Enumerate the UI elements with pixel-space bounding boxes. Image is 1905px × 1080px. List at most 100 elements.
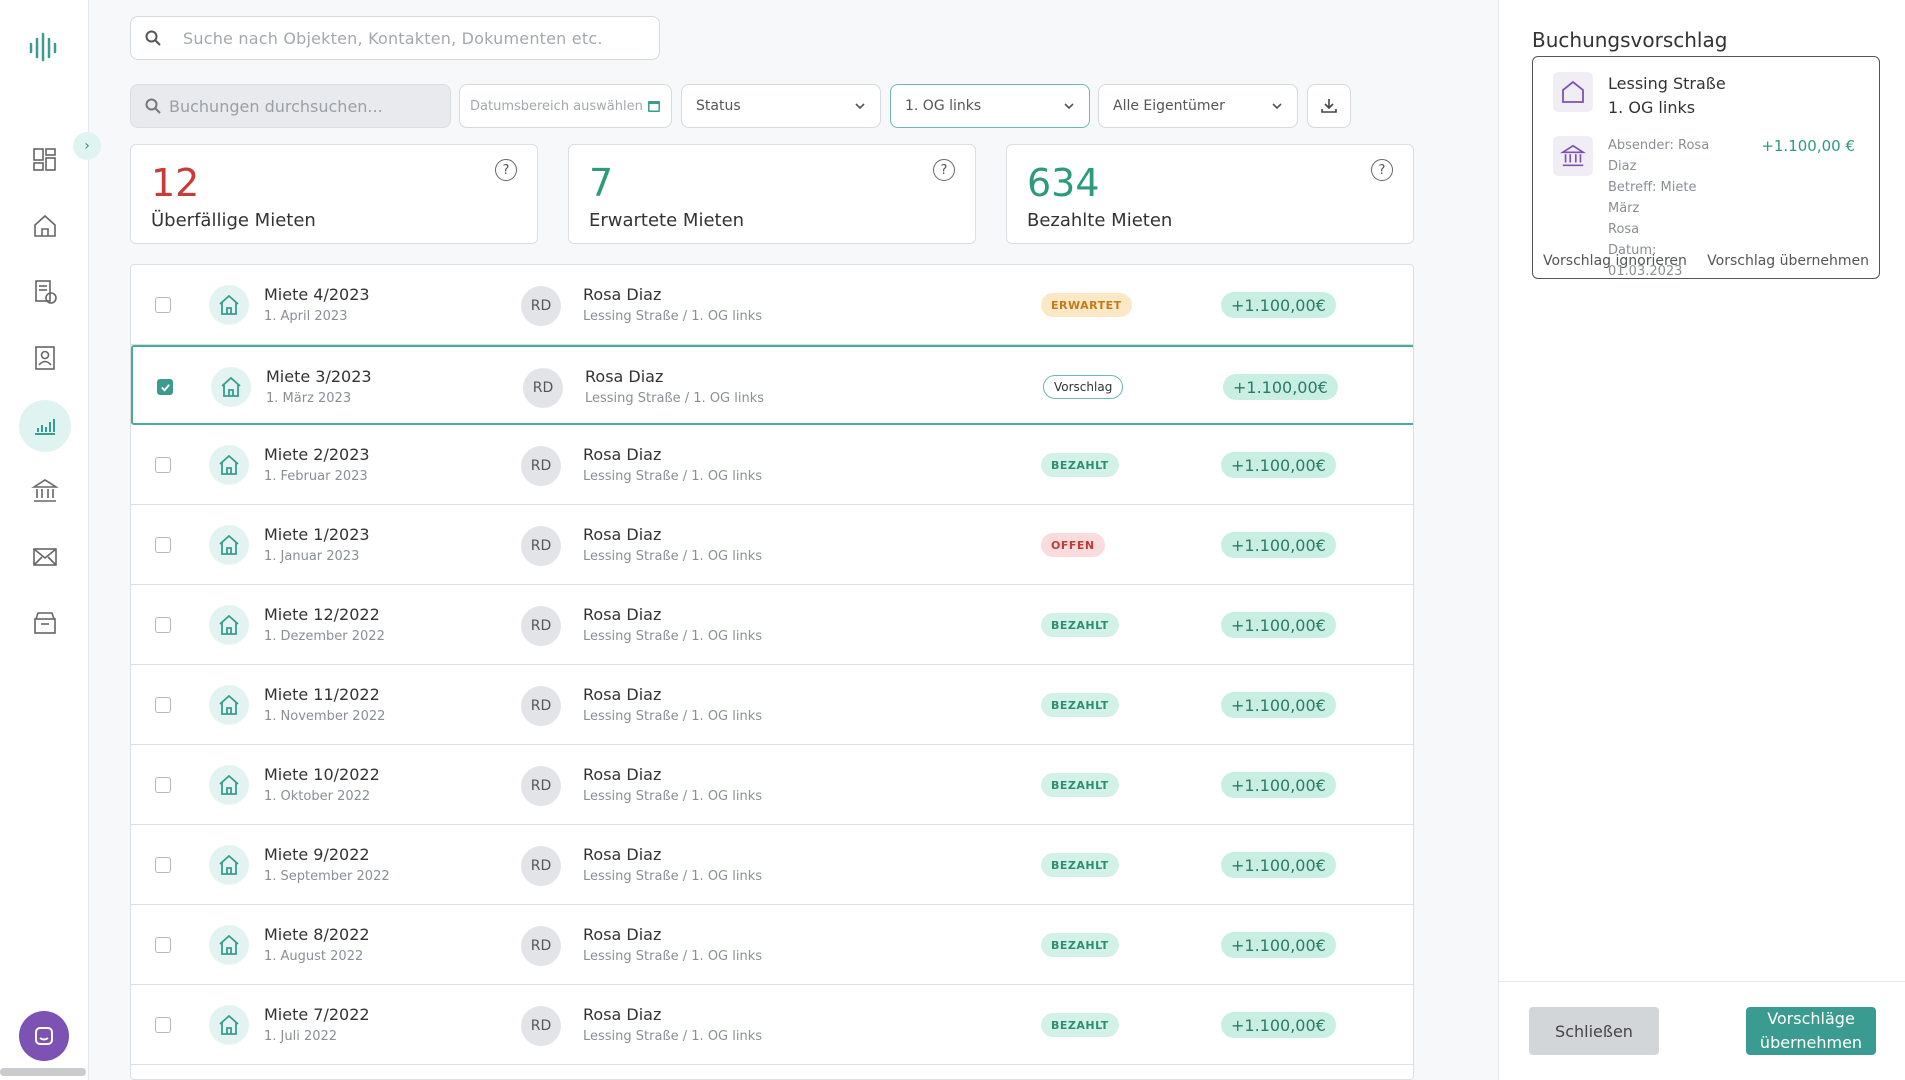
dashboard-icon[interactable] <box>22 137 68 183</box>
help-icon[interactable]: ? <box>495 159 517 181</box>
proposal-detail-line: Rosa <box>1608 222 1640 237</box>
row-location: Lessing Straße / 1. OG links <box>583 789 763 804</box>
status-badge: BEZAHLT <box>1041 853 1119 877</box>
proposal-amount: +1.100,00 € <box>1761 137 1855 155</box>
table-row[interactable]: Miete 1/2023 1. Januar 2023 RD Rosa Diaz Les… <box>131 505 1413 585</box>
house-icon <box>209 445 249 485</box>
row-location: Lessing Straße / 1. OG links <box>583 869 763 884</box>
amount-badge: +1.100,00€ <box>1221 692 1336 718</box>
house-icon <box>209 925 249 965</box>
amount-badge: +1.100,00€ <box>1221 932 1336 958</box>
amount-badge: +1.100,00€ <box>1221 292 1336 318</box>
table-row[interactable]: Miete 2/2023 1. Februar 2023 RD Rosa Diaz Le… <box>131 425 1413 505</box>
help-icon[interactable]: ? <box>1371 159 1393 181</box>
date-range-placeholder: Datumsbereich auswählen <box>470 98 643 114</box>
row-location: Lessing Straße / 1. OG links <box>583 709 763 724</box>
tenant-name: Rosa Diaz <box>583 925 662 944</box>
row-checkbox[interactable] <box>155 297 171 313</box>
table-row[interactable]: Miete 11/2022 1. November 2022 RD Rosa Diaz… <box>131 665 1413 745</box>
expected-rent-card[interactable]: 7 Erwartete Mieten ? <box>568 144 976 244</box>
mail-icon[interactable] <box>22 534 68 580</box>
close-button[interactable]: Schließen <box>1529 1007 1659 1055</box>
status-select[interactable]: Status <box>681 84 881 128</box>
tenant-name: Rosa Diaz <box>583 685 662 704</box>
row-checkbox[interactable] <box>155 457 171 473</box>
amount-badge: +1.100,00€ <box>1221 532 1336 558</box>
bookings-table: Miete 4/2023 1. April 2023 RD Rosa Diaz Less… <box>130 264 1414 1080</box>
status-badge: BEZAHLT <box>1041 1013 1119 1037</box>
row-checkbox[interactable] <box>155 537 171 553</box>
row-date: 1. August 2022 <box>264 949 364 964</box>
row-checkbox[interactable] <box>155 857 171 873</box>
status-select-value: Status <box>696 98 741 114</box>
avatar: RD <box>521 526 561 566</box>
global-search-input[interactable]: Suche nach Objekten, Kontakten, Dokument… <box>130 16 660 60</box>
row-checkbox[interactable] <box>155 937 171 953</box>
overdue-rent-label: Überfällige Mieten <box>151 210 316 231</box>
table-row[interactable]: Miete 12/2022 1. Dezember 2022 RD Rosa Diaz… <box>131 585 1413 665</box>
proposal-detail-line: Diaz <box>1608 159 1637 174</box>
row-checkbox[interactable] <box>155 617 171 633</box>
row-location: Lessing Straße / 1. OG links <box>585 391 765 406</box>
search-icon <box>145 30 161 46</box>
chart-icon[interactable] <box>19 400 71 452</box>
row-checkbox[interactable] <box>155 697 171 713</box>
overdue-rent-card[interactable]: 12 Überfällige Mieten ? <box>130 144 538 244</box>
avatar: RD <box>523 368 563 408</box>
booking-search-input[interactable]: Buchungen durchsuchen... <box>130 84 451 128</box>
date-range-picker[interactable]: Datumsbereich auswählen <box>459 84 672 128</box>
bank-icon[interactable] <box>22 468 68 514</box>
accept-proposal-link[interactable]: Vorschlag übernehmen <box>1707 253 1869 269</box>
house-icon <box>209 845 249 885</box>
chat-icon[interactable] <box>19 1011 69 1061</box>
apply-proposals-label-line1: Vorschläge <box>1767 1009 1855 1028</box>
row-title: Miete 9/2022 <box>264 845 370 864</box>
tenant-name: Rosa Diaz <box>583 1005 662 1024</box>
paid-rent-card[interactable]: 634 Bezahlte Mieten ? <box>1006 144 1414 244</box>
unit-select[interactable]: 1. OG links <box>890 84 1090 128</box>
row-checkbox[interactable] <box>157 379 173 395</box>
horizontal-scrollbar[interactable] <box>0 1068 86 1076</box>
table-row[interactable]: Miete 4/2023 1. April 2023 RD Rosa Diaz Less… <box>131 265 1413 345</box>
row-date: 1. März 2023 <box>266 391 352 406</box>
status-badge: BEZAHLT <box>1041 613 1119 637</box>
contacts-icon[interactable] <box>22 335 68 381</box>
house-icon <box>209 605 249 645</box>
sidebar-expand-chevron-icon[interactable]: › <box>73 132 101 160</box>
avatar: RD <box>521 926 561 966</box>
app-logo[interactable] <box>28 30 62 64</box>
table-row[interactable]: Miete 9/2022 1. September 2022 RD Rosa Diaz… <box>131 825 1413 905</box>
paid-rent-label: Bezahlte Mieten <box>1027 210 1173 231</box>
row-title: Miete 12/2022 <box>264 605 380 624</box>
proposal-detail-line: Betreff: Miete März <box>1608 180 1697 216</box>
row-title: Miete 8/2022 <box>264 925 370 944</box>
row-location: Lessing Straße / 1. OG links <box>583 309 763 324</box>
panel-title: Buchungsvorschlag <box>1532 28 1728 52</box>
owner-select[interactable]: Alle Eigentümer <box>1098 84 1298 128</box>
table-row[interactable]: Miete 7/2022 1. Juli 2022 RD Rosa Diaz Lessi… <box>131 985 1413 1065</box>
archive-icon[interactable] <box>22 600 68 646</box>
amount-badge: +1.100,00€ <box>1223 374 1338 400</box>
status-badge: ERWARTET <box>1041 293 1132 317</box>
table-row[interactable]: Miete 10/2022 1. Oktober 2022 RD Rosa Diaz L… <box>131 745 1413 825</box>
status-badge: BEZAHLT <box>1041 773 1119 797</box>
chevron-down-icon <box>855 103 865 110</box>
table-row[interactable]: Miete 8/2022 1. August 2022 RD Rosa Diaz Les… <box>131 905 1413 985</box>
row-checkbox[interactable] <box>155 777 171 793</box>
status-badge: BEZAHLT <box>1041 933 1119 957</box>
home-icon[interactable] <box>22 203 68 249</box>
ignore-proposal-link[interactable]: Vorschlag ignorieren <box>1543 253 1687 269</box>
apply-proposals-button[interactable]: Vorschläge übernehmen <box>1746 1007 1876 1055</box>
chevron-down-icon <box>1272 103 1282 110</box>
documents-icon[interactable] <box>22 269 68 315</box>
download-button[interactable] <box>1307 84 1351 128</box>
expected-rent-count: 7 <box>589 161 614 205</box>
owner-select-value: Alle Eigentümer <box>1113 98 1225 114</box>
row-checkbox[interactable] <box>155 1017 171 1033</box>
amount-badge: +1.100,00€ <box>1221 1012 1336 1038</box>
help-icon[interactable]: ? <box>933 159 955 181</box>
tenant-name: Rosa Diaz <box>583 845 662 864</box>
row-title: Miete 7/2022 <box>264 1005 370 1024</box>
table-row[interactable]: Miete 3/2023 1. März 2023 RD Rosa Diaz Lessi… <box>131 345 1413 425</box>
row-location: Lessing Straße / 1. OG links <box>583 1029 763 1044</box>
